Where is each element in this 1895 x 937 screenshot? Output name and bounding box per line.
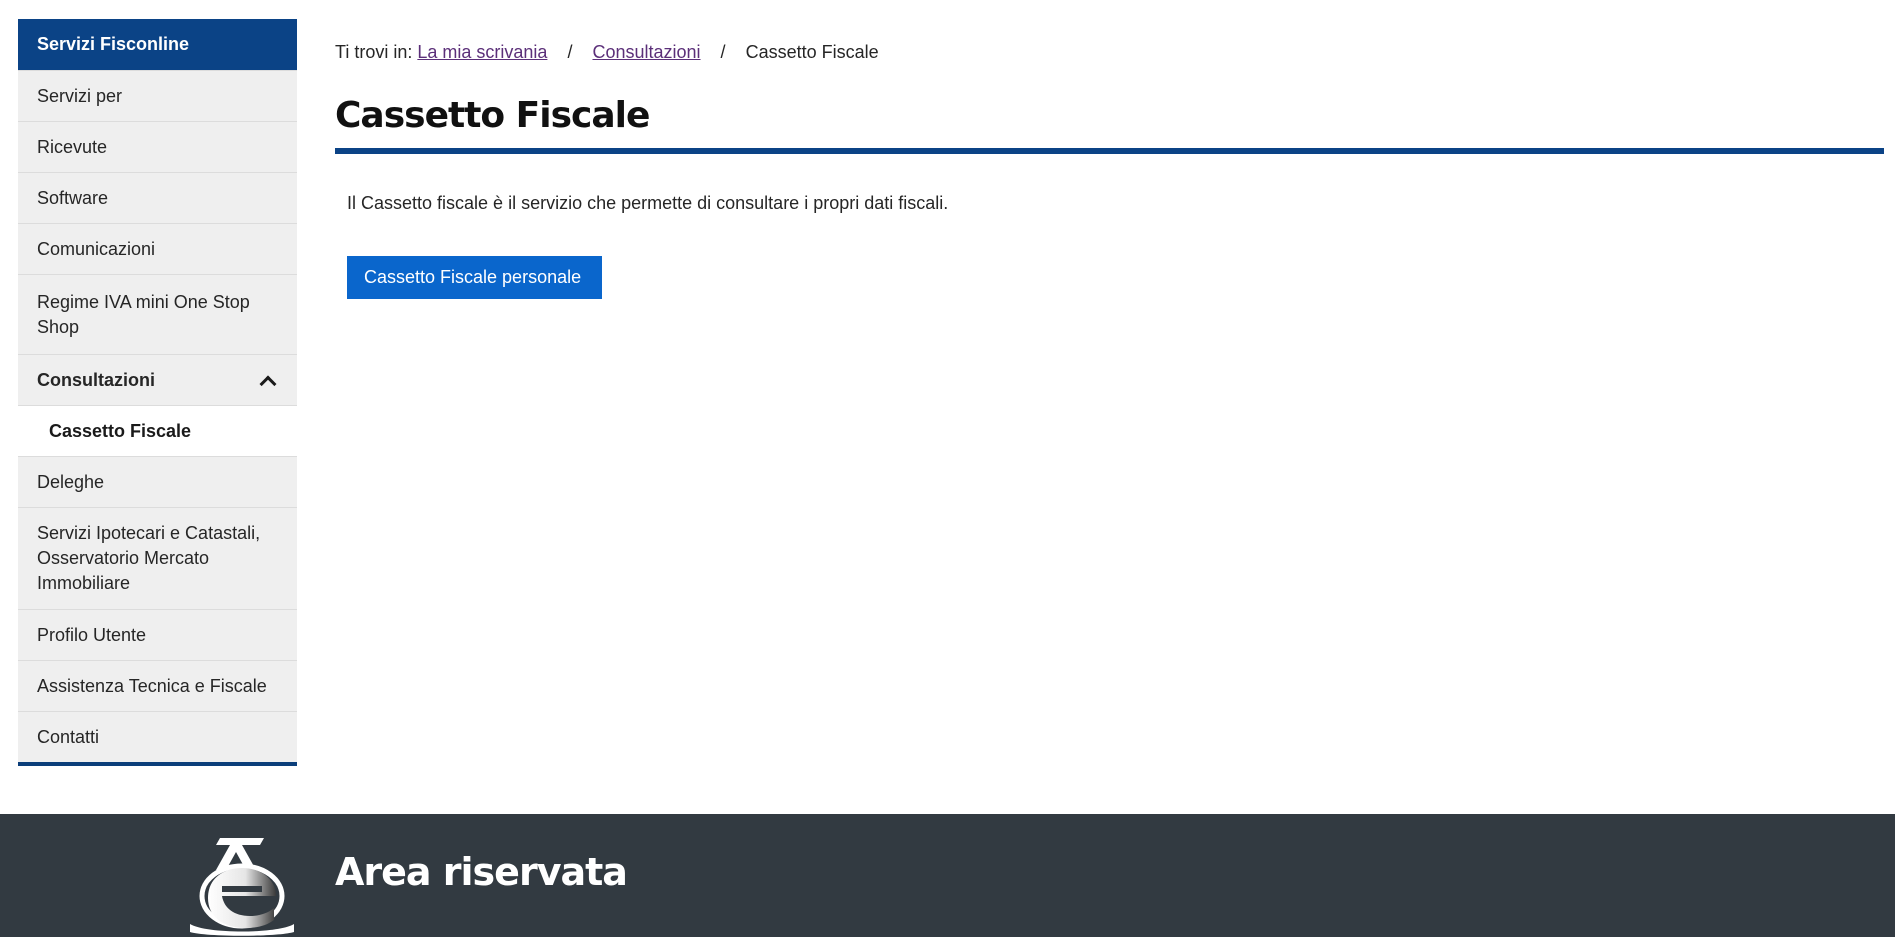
sidebar-item-label: Profilo Utente [37, 624, 147, 645]
sidebar-item-assistenza[interactable]: Assistenza Tecnica e Fiscale [18, 660, 297, 711]
sidebar-section-consultazioni[interactable]: Consultazioni [18, 354, 297, 405]
sidebar-item-label: Software [37, 187, 109, 208]
sidebar-item-regime-iva[interactable]: Regime IVA mini One Stop Shop [18, 274, 297, 354]
cassetto-fiscale-personale-button[interactable]: Cassetto Fiscale personale [347, 256, 603, 299]
breadcrumb-link-scrivania[interactable]: La mia scrivania [417, 42, 547, 62]
page-title: Cassetto Fiscale [335, 95, 650, 136]
sidebar-item-label: Comunicazioni [37, 238, 156, 259]
breadcrumb-separator: / [567, 42, 573, 62]
sidebar-item-label: Deleghe [37, 471, 105, 492]
sidebar-item-label: Regime IVA mini One Stop Shop [37, 291, 250, 337]
sidebar-item-label: Ricevute [37, 136, 108, 157]
breadcrumb-link-consultazioni[interactable]: Consultazioni [592, 42, 700, 62]
sidebar-subitem-cassetto-fiscale[interactable]: Cassetto Fiscale [18, 405, 297, 456]
sidebar-item-deleghe[interactable]: Deleghe [18, 456, 297, 507]
chevron-up-icon[interactable] [259, 375, 277, 393]
agenzia-entrate-logo-icon [186, 836, 298, 937]
sidebar-item-label: Contatti [37, 726, 100, 747]
footer: Area riservata [0, 814, 1895, 937]
page: Servizi Fisconline Servizi per Ricevute … [0, 0, 1895, 937]
breadcrumb-prefix: Ti trovi in: [335, 42, 413, 62]
main-content: Ti trovi in: La mia scrivania / Consulta… [335, 38, 1884, 299]
title-divider [335, 148, 1884, 154]
sidebar-item-ricevute[interactable]: Ricevute [18, 121, 297, 172]
sidebar-item-label: Servizi per [37, 85, 123, 106]
sidebar-item-label: Assistenza Tecnica e Fiscale [37, 675, 267, 696]
sidebar-item-comunicazioni[interactable]: Comunicazioni [18, 223, 297, 274]
sidebar-item-label: Consultazioni [37, 369, 155, 390]
page-description: Il Cassetto fiscale è il servizio che pe… [347, 193, 949, 213]
breadcrumb: Ti trovi in: La mia scrivania / Consulta… [335, 38, 1884, 66]
sidebar-item-label: Servizi Ipotecari e Catastali, Osservato… [37, 523, 261, 593]
sidebar-item-servizi-ipotecari[interactable]: Servizi Ipotecari e Catastali, Osservato… [18, 507, 297, 609]
sidebar-item-software[interactable]: Software [18, 172, 297, 223]
sidebar-item-label: Cassetto Fiscale [49, 420, 192, 441]
sidebar-item-contatti[interactable]: Contatti [18, 711, 297, 762]
sidebar-nav: Servizi Fisconline Servizi per Ricevute … [18, 19, 297, 766]
breadcrumb-separator: / [720, 42, 726, 62]
sidebar-item-servizi-per[interactable]: Servizi per [18, 70, 297, 121]
sidebar-header: Servizi Fisconline [18, 19, 297, 70]
footer-title: Area riservata [335, 850, 628, 894]
sidebar-item-profilo-utente[interactable]: Profilo Utente [18, 609, 297, 660]
breadcrumb-current: Cassetto Fiscale [745, 42, 879, 62]
